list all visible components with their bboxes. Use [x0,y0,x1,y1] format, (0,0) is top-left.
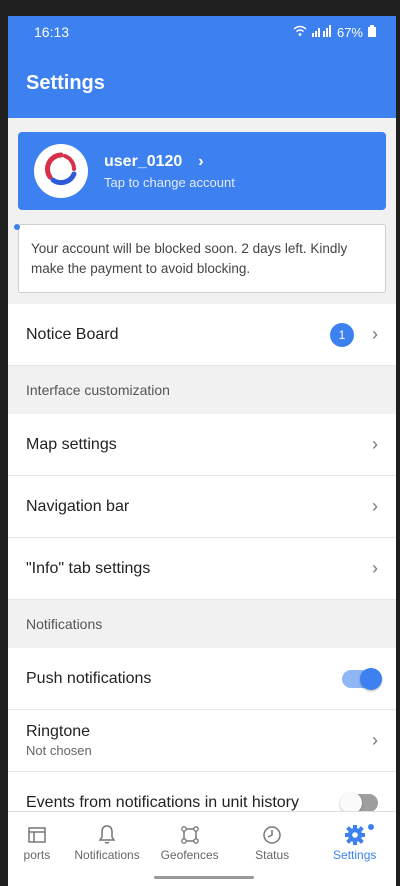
account-text: user_0120 › Tap to change account [104,153,235,190]
reports-icon [27,822,47,848]
chevron-right-icon: › [372,730,378,750]
payment-warning: Your account will be blocked soon. 2 day… [18,224,386,294]
push-notifications-label: Push notifications [26,669,152,687]
section-title: Notifications [26,616,103,632]
settings-indicator-dot [367,824,374,830]
chevron-right-icon: › [372,434,378,454]
section-interface-customization: Interface customization [8,366,396,414]
chevron-right-icon: › [372,558,378,578]
gear-icon [344,822,366,848]
notice-board-label: Notice Board [26,325,119,343]
nav-geofences[interactable]: Geofences [148,822,231,862]
push-notifications-row[interactable]: Push notifications [8,648,396,710]
battery-percent: 67% [336,24,363,40]
account-username: user_0120 [104,152,183,170]
section-title: Interface customization [26,382,170,398]
chevron-right-icon: › [372,324,378,344]
app-bar: Settings [8,48,396,118]
notice-board-right: 1 › [330,322,378,347]
account-area: user_0120 › Tap to change account Your a… [8,118,396,304]
geofence-icon [179,822,201,848]
ringtone-row[interactable]: Ringtone Not chosen › [8,710,396,772]
indicator-dot [14,224,20,230]
ringtone-label: Ringtone [26,723,91,740]
phone-screen: 16:13 67% Settings user_0120 › Tap to ch… [8,16,396,886]
account-card[interactable]: user_0120 › Tap to change account [18,132,386,210]
events-history-label: Events from notifications in unit histor… [26,793,300,811]
navigation-bar-row[interactable]: Navigation bar › [8,476,396,538]
bottom-navigation: ports Notifications Geofences Status Set… [8,811,396,872]
nav-notifications[interactable]: Notifications [66,822,149,862]
nav-reports-label: ports [23,848,51,862]
info-tab-label: "Info" tab settings [26,559,151,577]
notice-count-badge: 1 [330,322,354,347]
logo-icon [43,151,79,192]
signal-icon [311,24,332,40]
nav-settings-label: Settings [333,848,377,862]
clock-icon [262,822,282,848]
map-settings-row[interactable]: Map settings › [8,414,396,476]
account-subtitle: Tap to change account [104,174,235,190]
status-icons: 67% [293,24,376,40]
avatar [34,144,88,198]
gesture-area [8,872,396,886]
toggle-knob [360,667,382,690]
notice-board-row[interactable]: Notice Board 1 › [8,304,396,366]
status-bar: 16:13 67% [8,16,396,48]
warning-text: Your account will be blocked soon. 2 day… [31,241,348,276]
events-history-toggle[interactable] [340,791,378,814]
chevron-right-icon: › [198,152,204,170]
battery-icon [368,24,376,40]
map-settings-label: Map settings [26,435,117,453]
nav-notifications-label: Notifications [74,848,140,862]
navigation-bar-label: Navigation bar [26,497,130,515]
nav-settings[interactable]: Settings [313,822,396,862]
section-notifications: Notifications [8,600,396,648]
info-tab-settings-row[interactable]: "Info" tab settings › [8,538,396,600]
account-name-row: user_0120 › [104,153,235,171]
push-notifications-toggle[interactable] [342,667,382,690]
wifi-icon [293,25,307,40]
nav-status[interactable]: Status [231,822,314,862]
nav-reports[interactable]: ports [8,822,66,862]
nav-geofences-label: Geofences [160,848,219,862]
page-title: Settings [26,71,105,94]
ringtone-value: Not chosen [26,743,92,758]
chevron-right-icon: › [372,496,378,516]
status-time: 16:13 [34,24,70,40]
nav-status-label: Status [255,848,290,862]
ringtone-text: Ringtone Not chosen [26,723,92,758]
bell-icon [97,822,117,848]
home-indicator[interactable] [154,876,254,879]
